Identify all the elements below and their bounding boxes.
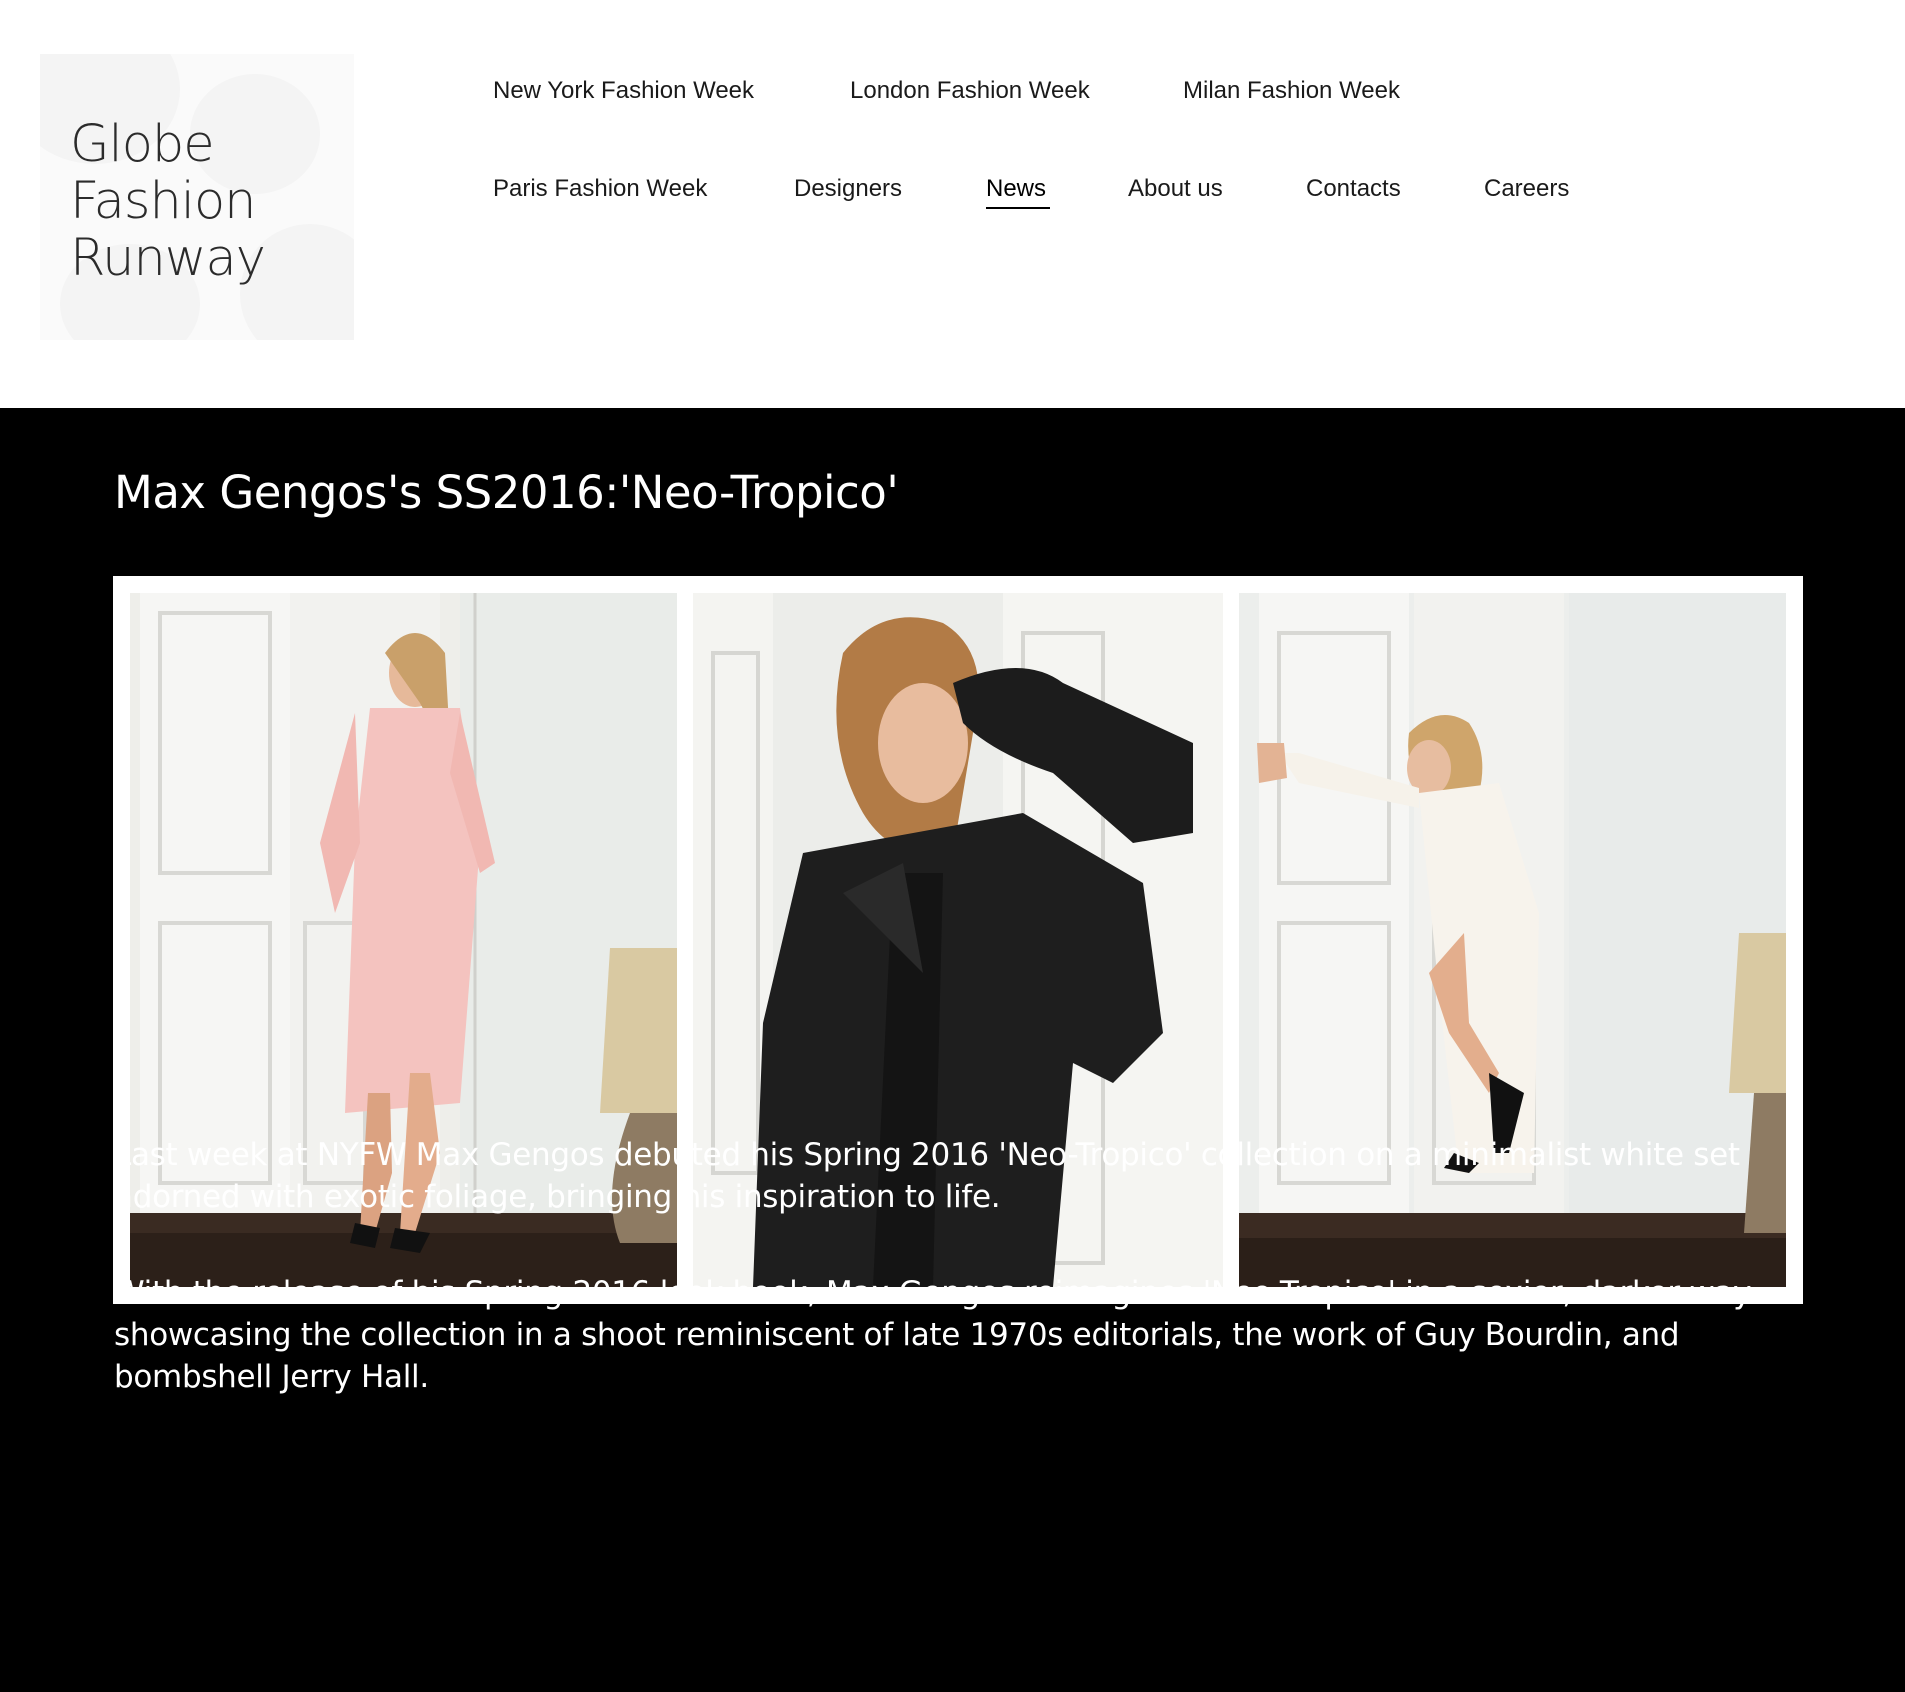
nav-careers[interactable]: Careers [1484, 177, 1569, 201]
article-section: Max Gengos's SS2016:'Neo-Tropico' Last w… [0, 408, 1905, 1692]
nav-london-fashion-week[interactable]: London Fashion Week [850, 79, 1090, 103]
nav-paris-fashion-week[interactable]: Paris Fashion Week [493, 177, 707, 201]
nav-contacts[interactable]: Contacts [1306, 177, 1401, 201]
article-paragraph-1: Last week at NYFW Max Gengos debuted his… [114, 1137, 1740, 1215]
nav-new-york-fashion-week[interactable]: New York Fashion Week [493, 79, 754, 103]
nav-news[interactable]: News [986, 177, 1046, 201]
article-title: Max Gengos's SS2016:'Neo-Tropico' [114, 466, 899, 519]
nav-about-us[interactable]: About us [1128, 177, 1223, 201]
nav-milan-fashion-week[interactable]: Milan Fashion Week [1183, 79, 1400, 103]
site-logo[interactable]: Globe Fashion Runway [40, 54, 354, 340]
article-paragraph-2: With the release of his Spring 2016 look… [114, 1275, 1760, 1395]
nav-designers[interactable]: Designers [794, 177, 902, 201]
site-header: Globe Fashion Runway New York Fashion We… [0, 0, 1905, 408]
logo-text-fashion: Fashion [70, 172, 256, 231]
logo-text-globe: Globe [70, 115, 215, 174]
logo-text-runway: Runway [70, 229, 266, 288]
nav-active-indicator [986, 207, 1050, 209]
